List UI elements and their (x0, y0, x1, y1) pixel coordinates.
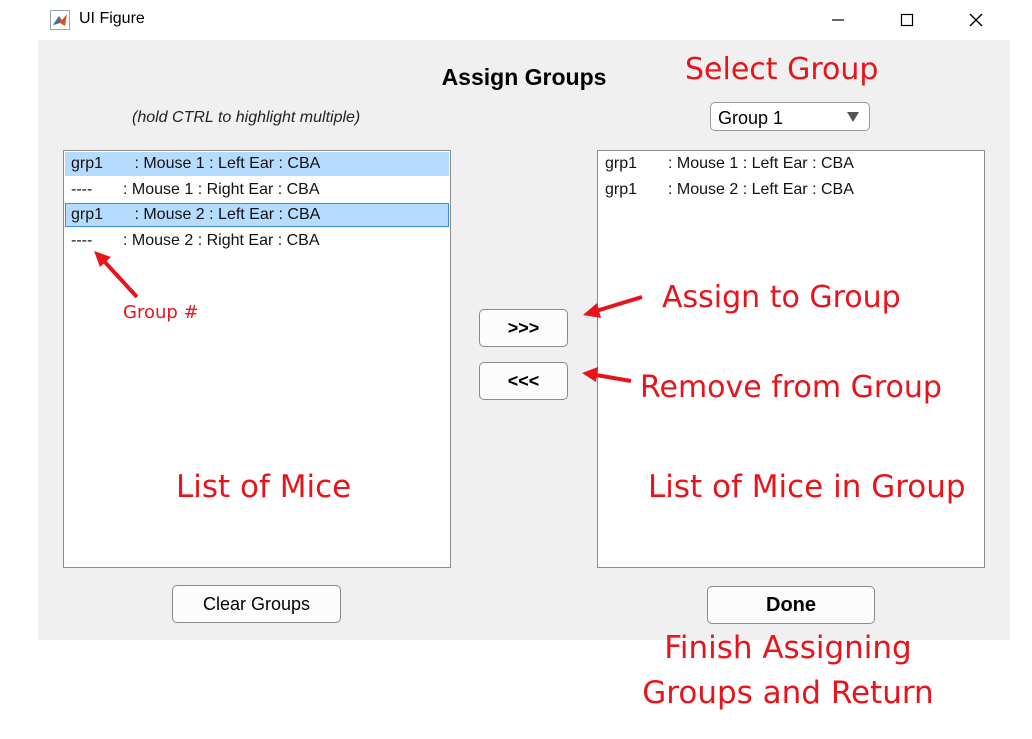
annotation-select-group: Select Group (685, 52, 879, 87)
annotation-list-of-mice-in-group: List of Mice in Group (648, 469, 966, 505)
annotation-remove-from-group: Remove from Group (640, 370, 942, 405)
annotation-group-number: Group # (123, 302, 199, 323)
annotation-finish-line1: Finish Assigning (664, 630, 912, 666)
annotation-finish-line2: Groups and Return (642, 675, 934, 711)
remove-arrow-icon (582, 367, 632, 383)
annotation-assign-to-group: Assign to Group (662, 280, 901, 315)
assign-arrow-icon (583, 295, 643, 318)
group-number-arrow-icon (94, 251, 139, 299)
annotation-list-of-mice: List of Mice (176, 469, 352, 505)
